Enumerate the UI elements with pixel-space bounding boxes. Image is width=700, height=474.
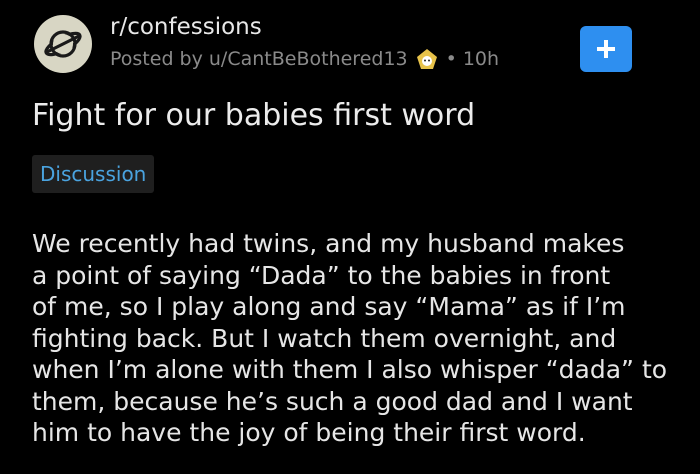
- subreddit-avatar[interactable]: [34, 15, 92, 73]
- body-line: him to have the joy of being their first…: [32, 418, 586, 447]
- body-line: when I’m alone with them I also whisper …: [32, 355, 668, 384]
- body-line: a point of saying “Dada” to the babies i…: [32, 260, 611, 290]
- planet-icon: [44, 30, 82, 58]
- plus-icon: [597, 40, 615, 58]
- post-meta: Posted by u/CantBeBothered13 • 10h: [110, 48, 499, 70]
- snoo-flair-icon: [416, 48, 438, 70]
- subreddit-name[interactable]: r/confessions: [110, 14, 262, 40]
- post-title[interactable]: Fight for our babies first word: [32, 98, 475, 133]
- body-line: of me, so I play along and say “Mama” as…: [32, 292, 626, 321]
- post-age: 10h: [462, 48, 500, 70]
- separator-dot: •: [445, 48, 457, 70]
- flair-tag[interactable]: Discussion: [32, 155, 155, 193]
- body-line: them, because he’s such a good dad and I…: [32, 386, 633, 416]
- post-body: We recently had twins, and my husband ma…: [32, 228, 672, 449]
- post-header: r/confessions Posted by u/CantBeBothered…: [32, 10, 672, 76]
- body-line: fighting back. But I watch them overnigh…: [32, 323, 617, 353]
- body-line: We recently had twins, and my husband ma…: [32, 229, 625, 258]
- username-link[interactable]: u/CantBeBothered13: [209, 48, 408, 70]
- join-button[interactable]: [580, 26, 632, 72]
- posted-by-label: Posted by: [110, 48, 209, 70]
